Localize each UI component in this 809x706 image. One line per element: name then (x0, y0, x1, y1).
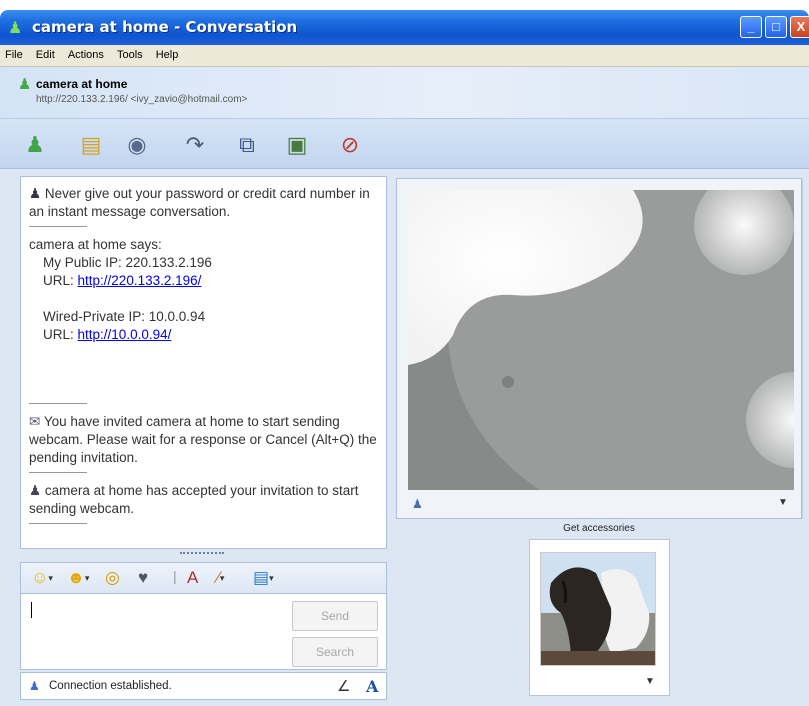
block-icon[interactable]: ⊘ (335, 131, 365, 159)
handwriting-icon[interactable]: ∠ (337, 677, 350, 695)
says-label: camera at home says: (29, 237, 162, 252)
connection-icon: ♟ (29, 679, 40, 693)
webcam-video (408, 190, 794, 490)
call-icon[interactable]: ↷ (180, 131, 210, 159)
get-accessories-link[interactable]: Get accessories (531, 523, 667, 534)
activities-icon[interactable]: ⧉ (232, 131, 262, 159)
contact-name[interactable]: camera at home (36, 77, 127, 91)
menu-file[interactable]: File (0, 45, 28, 61)
display-picture[interactable] (540, 552, 656, 666)
window-title: camera at home - Conversation (32, 18, 298, 36)
voice-clip-icon[interactable]: ♥ (138, 568, 148, 588)
send-button[interactable]: Send (292, 601, 378, 631)
webcam-small-icon: ♟ (29, 483, 42, 498)
messenger-icon: ♟ (8, 20, 23, 37)
public-url-row: URL: http://220.133.2.196/ (29, 272, 378, 290)
maximize-button[interactable]: □ (765, 16, 787, 38)
format-toolbar: ☺▾ ☻▾ ◎ ♥ | A ⁄▾ ▤▾ (20, 562, 387, 594)
accepted-text: camera at home has accepted your invitat… (29, 483, 359, 516)
background-icon[interactable]: ⁄▾ (217, 568, 224, 588)
webcam-menu-dropdown[interactable]: ▼ (778, 497, 788, 508)
text-caret (31, 602, 32, 618)
contact-icon: ♟ (29, 186, 42, 201)
url-label: URL: (43, 327, 74, 342)
menu-edit[interactable]: Edit (31, 45, 60, 61)
nudge-icon[interactable]: ◎ (105, 568, 120, 588)
private-url-link[interactable]: http://10.0.0.94/ (78, 327, 172, 342)
title-bar: ♟ camera at home - Conversation _ □ X (0, 10, 809, 45)
games-icon[interactable]: ▣ (282, 131, 312, 159)
menu-tools[interactable]: Tools (112, 45, 148, 61)
panel-edge (802, 178, 809, 519)
separator (29, 472, 87, 473)
public-url-link[interactable]: http://220.133.2.196/ (78, 273, 202, 288)
search-button[interactable]: Search (292, 637, 378, 667)
invite-text: You have invited camera at home to start… (29, 414, 377, 465)
wink-icon[interactable]: ☻▾ (67, 568, 89, 588)
conversation-history[interactable]: ♟ Never give out your password or credit… (20, 176, 387, 549)
display-picture-icon[interactable]: ▤▾ (253, 568, 274, 588)
text-mode-icon[interactable]: A (366, 677, 378, 696)
contact-header: ♟ camera at home http://220.133.2.196/ <… (0, 67, 809, 119)
font-icon[interactable]: A (187, 568, 198, 588)
menu-bar: File Edit Actions Tools Help (0, 45, 809, 67)
toolbar-divider: | (173, 568, 177, 584)
emoticon-icon[interactable]: ☺▾ (31, 568, 53, 588)
webcam-image (408, 190, 794, 490)
menu-actions[interactable]: Actions (63, 45, 109, 61)
invite-contact-icon[interactable]: ♟ (20, 131, 50, 159)
public-ip: My Public IP: 220.133.2.196 (43, 255, 212, 270)
separator (29, 523, 87, 524)
picture-dropdown[interactable]: ▼ (645, 676, 655, 687)
private-ip: Wired-Private IP: 10.0.0.94 (43, 309, 206, 324)
invite-message: ✉ You have invited camera at home to sta… (29, 413, 378, 467)
envelope-icon: ✉ (29, 414, 41, 429)
webcam-icon[interactable]: ◉ (122, 131, 152, 159)
resize-grip[interactable] (180, 552, 224, 556)
accepted-message: ♟ camera at home has accepted your invit… (29, 482, 378, 518)
contact-address: http://220.133.2.196/ <ivy_zavio@hotmail… (36, 94, 248, 105)
minimize-button[interactable]: _ (740, 16, 762, 38)
warning-message: ♟ Never give out your password or credit… (29, 185, 378, 221)
webcam-settings-icon[interactable]: ♟ (412, 497, 423, 511)
menu-help[interactable]: Help (151, 45, 184, 61)
private-url-row: URL: http://10.0.0.94/ (29, 326, 378, 344)
horses-picture (541, 553, 655, 665)
close-button[interactable]: X (790, 16, 809, 38)
send-files-icon[interactable]: ▤ (76, 131, 106, 159)
separator (29, 226, 87, 227)
action-toolbar: ♟ ▤ ◉ ↷ ⧉ ▣ ⊘ (0, 119, 809, 169)
warning-text: Never give out your password or credit c… (29, 186, 370, 219)
separator (29, 403, 87, 404)
status-bar: ♟ Connection established. ∠ A (20, 672, 387, 700)
url-label: URL: (43, 273, 74, 288)
status-text: Connection established. (49, 680, 172, 692)
contact-status-icon: ♟ (18, 76, 32, 93)
